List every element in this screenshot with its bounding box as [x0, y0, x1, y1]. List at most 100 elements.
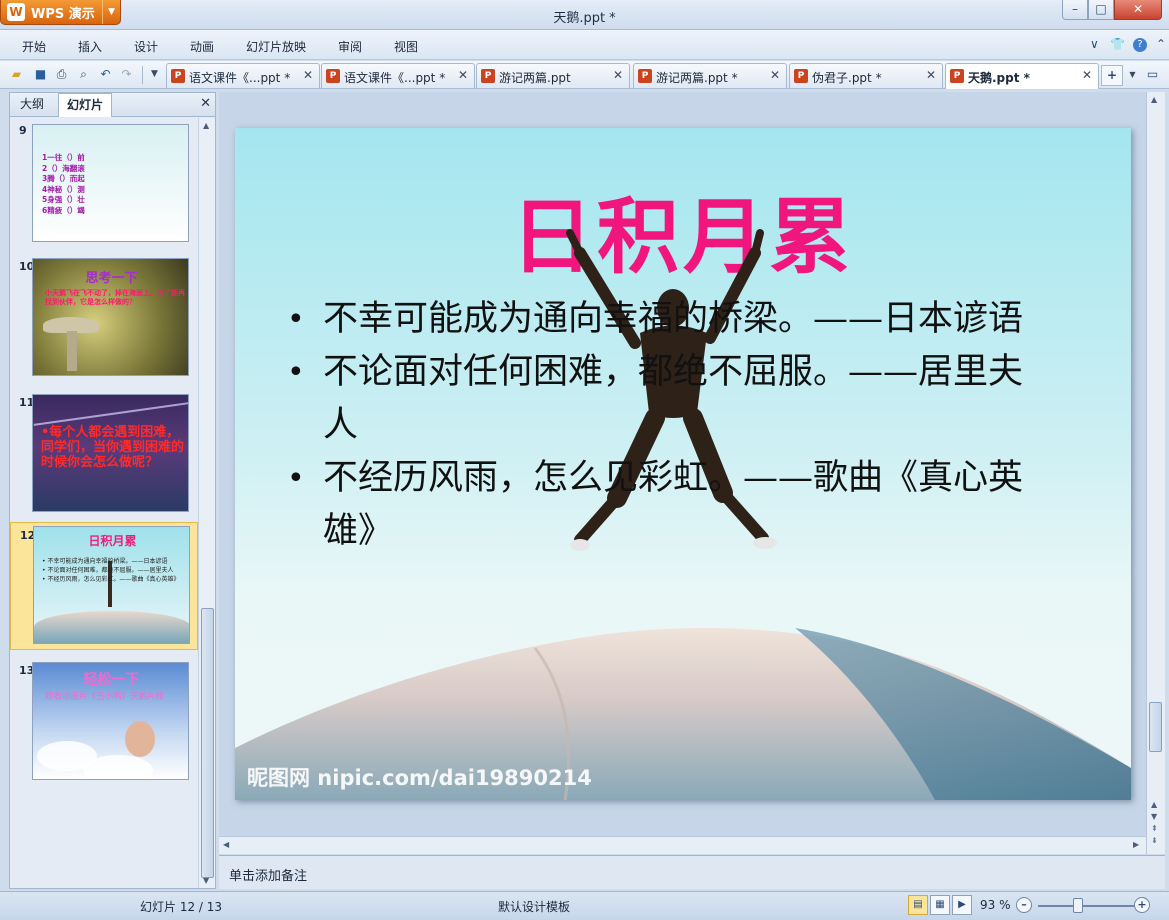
zoom-slider-track[interactable]: [1038, 905, 1134, 907]
customize-toolbar-icon[interactable]: ▼: [146, 66, 163, 83]
slide-scrollbar[interactable]: ▲ ▲ ▼ ⇞ ⇟: [1146, 92, 1165, 854]
thumbnail-list: 9 1一往（）前 2（）海翻滚 3腾（）而起 4神秘（）测 5身强（）壮 6精疲…: [10, 118, 198, 888]
doc-tab-label: 语文课件《...ppt *: [344, 71, 446, 85]
pane-tabs: 大纲 幻灯片 ✕: [10, 93, 215, 117]
thumbnail-line: • 不论面对任何困难，都绝不屈服。——居里夫人: [42, 567, 174, 574]
scrollbar-thumb[interactable]: [201, 608, 214, 878]
open-folder-icon[interactable]: ▰: [8, 66, 25, 83]
tab-outline[interactable]: 大纲: [12, 93, 52, 117]
normal-view-icon[interactable]: ▤: [908, 895, 928, 915]
menu-slideshow[interactable]: 幻灯片放映: [246, 38, 306, 55]
thumbnail-line: 4神秘（）测: [42, 184, 85, 194]
close-tab-icon[interactable]: ✕: [770, 68, 780, 82]
slide-thumbnail-13[interactable]: 13 轻松一下 观看动画片《丑小鸭》天鹅片段: [10, 658, 198, 786]
prev-slide-icon[interactable]: ⇞: [1151, 824, 1158, 833]
tab-slides[interactable]: 幻灯片: [58, 93, 113, 117]
cloud-image: [83, 755, 153, 779]
scroll-right-icon[interactable]: ▶: [1133, 840, 1139, 849]
print-icon[interactable]: ⎙: [53, 66, 70, 83]
thumbnail-scrollbar[interactable]: ▲ ▼: [198, 118, 215, 888]
ppt-file-icon: P: [950, 69, 964, 83]
scroll-down-icon[interactable]: ▼: [1151, 812, 1157, 821]
thumbnail-line: 3腾（）而起: [42, 174, 85, 183]
undo-icon[interactable]: ↶: [97, 66, 114, 83]
close-tab-icon[interactable]: ✕: [613, 68, 623, 82]
new-tab-button[interactable]: +: [1101, 65, 1123, 86]
menu-review[interactable]: 审阅: [338, 38, 362, 55]
ribbon-toggle-icon[interactable]: ⌃: [1156, 37, 1166, 51]
watermark-text: 昵图网 nipic.com/dai19890214: [247, 766, 592, 790]
zoom-in-icon[interactable]: +: [1134, 897, 1150, 913]
maximize-button[interactable]: □: [1088, 0, 1114, 20]
close-tab-icon[interactable]: ✕: [1082, 68, 1092, 82]
menu-bar: 开始 插入 设计 动画 幻灯片放映 审阅 视图 ∨ 👕 ? ⌃: [0, 30, 1169, 60]
scroll-up-icon[interactable]: ▲: [1151, 800, 1157, 809]
slide-thumbnail-9[interactable]: 9 1一往（）前 2（）海翻滚 3腾（）而起 4神秘（）测 5身强（）壮 6精疲…: [10, 118, 198, 248]
doc-tab[interactable]: P 游记两篇.ppt * ✕: [633, 63, 787, 88]
doc-tab[interactable]: P 伪君子.ppt * ✕: [789, 63, 943, 88]
thumbnail-line: 2（）海翻滚: [42, 163, 85, 173]
doc-tab[interactable]: P 游记两篇.ppt ✕: [476, 63, 630, 88]
help-icon[interactable]: ?: [1133, 38, 1147, 52]
save-icon[interactable]: ■: [32, 66, 49, 83]
ppt-file-icon: P: [326, 69, 340, 83]
bullet-item: 不论面对任何困难，都绝不屈服。——居里夫人: [287, 346, 1053, 452]
window-layout-icon[interactable]: ▭: [1144, 66, 1161, 83]
menu-home[interactable]: 开始: [22, 38, 46, 55]
bullet-item: 不幸可能成为通向幸福的桥梁。——日本谚语: [287, 293, 1053, 346]
ppt-file-icon: P: [171, 69, 185, 83]
scrollbar-thumb[interactable]: [1149, 702, 1162, 752]
close-tab-icon[interactable]: ✕: [926, 68, 936, 82]
menu-design[interactable]: 设计: [134, 38, 158, 55]
lightning-image: [33, 402, 188, 426]
zoom-out-icon[interactable]: –: [1016, 897, 1032, 913]
slide-thumbnail-10[interactable]: 10 思考一下 小天鹅飞在飞不动了，掉在海面上。为了能再找到伙伴，它是怎么样做的…: [10, 254, 198, 382]
slide-thumbnail-image: 日积月累 • 不幸可能成为通向幸福的桥梁。——日本谚语 • 不论面对任何困难，都…: [33, 526, 190, 644]
doc-tab[interactable]: P 语文课件《...ppt * ✕: [166, 63, 320, 88]
notes-pane[interactable]: 单击添加备注: [219, 855, 1165, 889]
slide-editing-area: 日积月累 不幸可能成为通向幸福的桥梁。——日本谚语 不论面对任何困难，都绝不屈服…: [219, 92, 1165, 854]
doc-tab-active[interactable]: P 天鹅.ppt * ✕: [945, 63, 1099, 89]
scroll-up-icon[interactable]: ▲: [203, 121, 209, 130]
print-preview-icon[interactable]: ⌕: [75, 66, 92, 83]
thumbnail-line: 5身强（）壮: [42, 195, 85, 204]
ppt-file-icon: P: [638, 69, 652, 83]
close-window-button[interactable]: ✕: [1114, 0, 1162, 20]
scroll-up-icon[interactable]: ▲: [1151, 95, 1157, 104]
scroll-left-icon[interactable]: ◀: [223, 840, 229, 849]
menu-insert[interactable]: 插入: [78, 38, 102, 55]
chevron-down-icon[interactable]: ∨: [1090, 37, 1099, 51]
toolbar-divider: [142, 66, 143, 84]
thumbnail-title: 轻松一下: [83, 672, 140, 688]
horizontal-scrollbar[interactable]: ◀ ▶: [219, 836, 1146, 854]
quick-access-toolbar: ▰ ■ ⎙ ⌕ ↶ ↷ ▼ P 语文课件《...ppt * ✕ P 语文课件《.…: [0, 61, 1169, 89]
doc-tab[interactable]: P 语文课件《...ppt * ✕: [321, 63, 475, 88]
thumbnail-text: 小天鹅飞在飞不动了，掉在海面上。为了能再找到伙伴，它是怎么样做的？: [45, 289, 185, 306]
close-tab-icon[interactable]: ✕: [303, 68, 313, 82]
slideshow-view-icon[interactable]: ▶: [952, 895, 972, 915]
slide-thumbnail-11[interactable]: 11 •每个人都会遇到困难，同学们，当你遇到困难的时候你会怎么做呢？: [10, 390, 198, 518]
thumbnail-text: 观看动画片《丑小鸭》天鹅片段: [45, 692, 165, 702]
skin-icon[interactable]: 👕: [1110, 37, 1125, 51]
scroll-down-icon[interactable]: ▼: [203, 876, 209, 885]
notes-placeholder[interactable]: 单击添加备注: [229, 865, 307, 884]
current-slide[interactable]: 日积月累 不幸可能成为通向幸福的桥梁。——日本谚语 不论面对任何困难，都绝不屈服…: [235, 128, 1131, 800]
tab-list-icon[interactable]: ▼: [1124, 66, 1141, 83]
close-tab-icon[interactable]: ✕: [458, 68, 468, 82]
doc-tab-label: 游记两篇.ppt: [499, 71, 571, 85]
minimize-button[interactable]: –: [1062, 0, 1088, 20]
zoom-slider-knob[interactable]: [1073, 898, 1083, 913]
thumbnail-title: 思考一下: [85, 271, 138, 286]
dune-image: [34, 611, 189, 643]
menu-view[interactable]: 视图: [394, 38, 418, 55]
menu-animation[interactable]: 动画: [190, 38, 214, 55]
close-pane-icon[interactable]: ✕: [200, 96, 211, 111]
thumbnail-text: 1一往（）前 2（）海翻滚 3腾（）而起 4神秘（）测 5身强（）壮 6精疲（）…: [42, 153, 85, 216]
slide-sorter-view-icon[interactable]: ▦: [930, 895, 950, 915]
next-slide-icon[interactable]: ⇟: [1151, 836, 1158, 845]
redo-icon[interactable]: ↷: [118, 66, 135, 83]
slide-bullet-list[interactable]: 不幸可能成为通向幸福的桥梁。——日本谚语 不论面对任何困难，都绝不屈服。——居里…: [287, 293, 1053, 558]
thumbnail-text: • 不幸可能成为通向幸福的桥梁。——日本谚语 • 不论面对任何困难，都绝不屈服。…: [42, 557, 187, 584]
slide-thumbnail-12[interactable]: 12 日积月累 • 不幸可能成为通向幸福的桥梁。——日本谚语 • 不论面对任何困…: [10, 522, 198, 650]
person-image: [125, 721, 155, 757]
